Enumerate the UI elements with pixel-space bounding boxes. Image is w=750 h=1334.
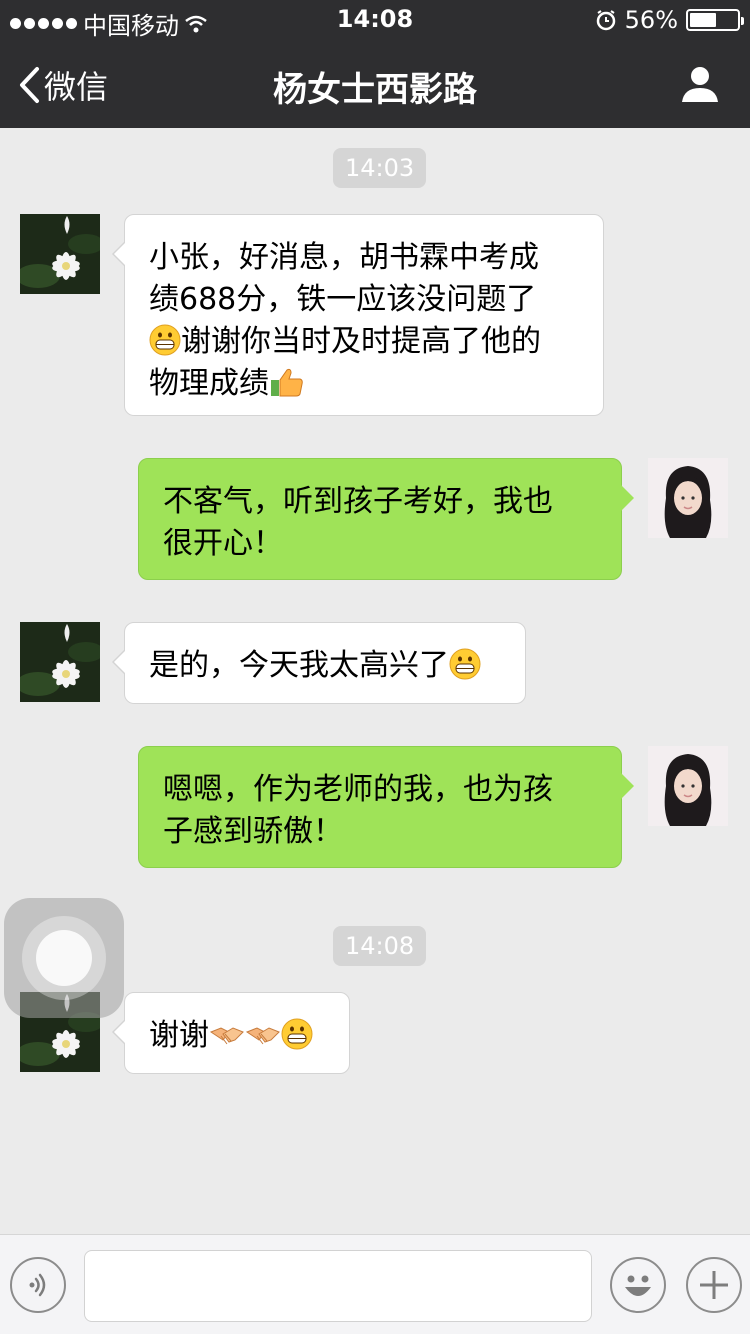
grinning-face-icon — [149, 324, 181, 356]
message-bubble-outgoing[interactable]: 嗯嗯，作为老师的我，也为孩 子感到骄傲！ — [138, 746, 634, 868]
more-actions-button[interactable] — [686, 1257, 742, 1313]
grinning-face-icon — [449, 648, 481, 680]
message-line: 是的，今天我太高兴了 — [149, 648, 449, 683]
thumbs-up-icon — [271, 368, 303, 397]
alarm-icon — [596, 10, 615, 31]
chat-title: 杨女士西影路 — [273, 70, 477, 110]
nav-bar: 微信 杨女士西影路 — [0, 40, 750, 128]
grinning-face-icon — [281, 1018, 313, 1050]
chat-info-button[interactable] — [680, 64, 720, 104]
message-input[interactable] — [84, 1250, 592, 1322]
message-line: 不客气，听到孩子考好，我也 — [163, 484, 553, 519]
emoji-button[interactable] — [610, 1257, 666, 1313]
plus-icon — [700, 1271, 728, 1299]
message-line: 绩688分，铁一应该没问题了 — [149, 282, 537, 317]
message-bubble-incoming[interactable]: 小张，好消息，胡书霖中考成 绩688分，铁一应该没问题了 谢谢你当时及时提高了他… — [112, 214, 604, 416]
person-icon — [682, 67, 718, 102]
message-bubble-outgoing[interactable]: 不客气，听到孩子考好，我也 很开心！ — [138, 458, 634, 580]
timestamp: 14:03 — [333, 148, 427, 188]
handshake-icon — [245, 1027, 280, 1045]
message-bubble-incoming[interactable]: 谢谢 — [112, 992, 350, 1074]
message-line: 子感到骄傲！ — [163, 814, 343, 849]
message-line: 谢谢你当时及时提高了他的 — [181, 324, 541, 359]
voice-toggle-button[interactable] — [10, 1257, 66, 1313]
message-line: 谢谢 — [149, 1018, 209, 1053]
message-line: 物理成绩 — [149, 366, 269, 401]
my-avatar[interactable] — [648, 458, 728, 538]
handshake-icon — [209, 1027, 244, 1045]
my-avatar[interactable] — [648, 746, 728, 826]
contact-avatar[interactable] — [20, 214, 100, 294]
assistive-touch-button[interactable] — [4, 898, 124, 1018]
message-bubble-incoming[interactable]: 是的，今天我太高兴了 — [112, 622, 526, 704]
voice-icon — [29, 1273, 46, 1297]
message-line: 很开心！ — [163, 526, 283, 561]
status-right: 56% — [595, 6, 744, 34]
battery-percent: 56% — [624, 6, 678, 34]
timestamp: 14:08 — [333, 926, 427, 966]
contact-avatar[interactable] — [20, 622, 100, 702]
input-bar — [0, 1234, 750, 1334]
status-bar: 中国移动 14:08 56% — [0, 0, 750, 40]
message-line: 小张，好消息，胡书霖中考成 — [149, 240, 539, 275]
battery-icon — [686, 9, 744, 31]
message-line: 嗯嗯，作为老师的我，也为孩 — [163, 772, 553, 807]
emoji-icon — [625, 1275, 651, 1296]
